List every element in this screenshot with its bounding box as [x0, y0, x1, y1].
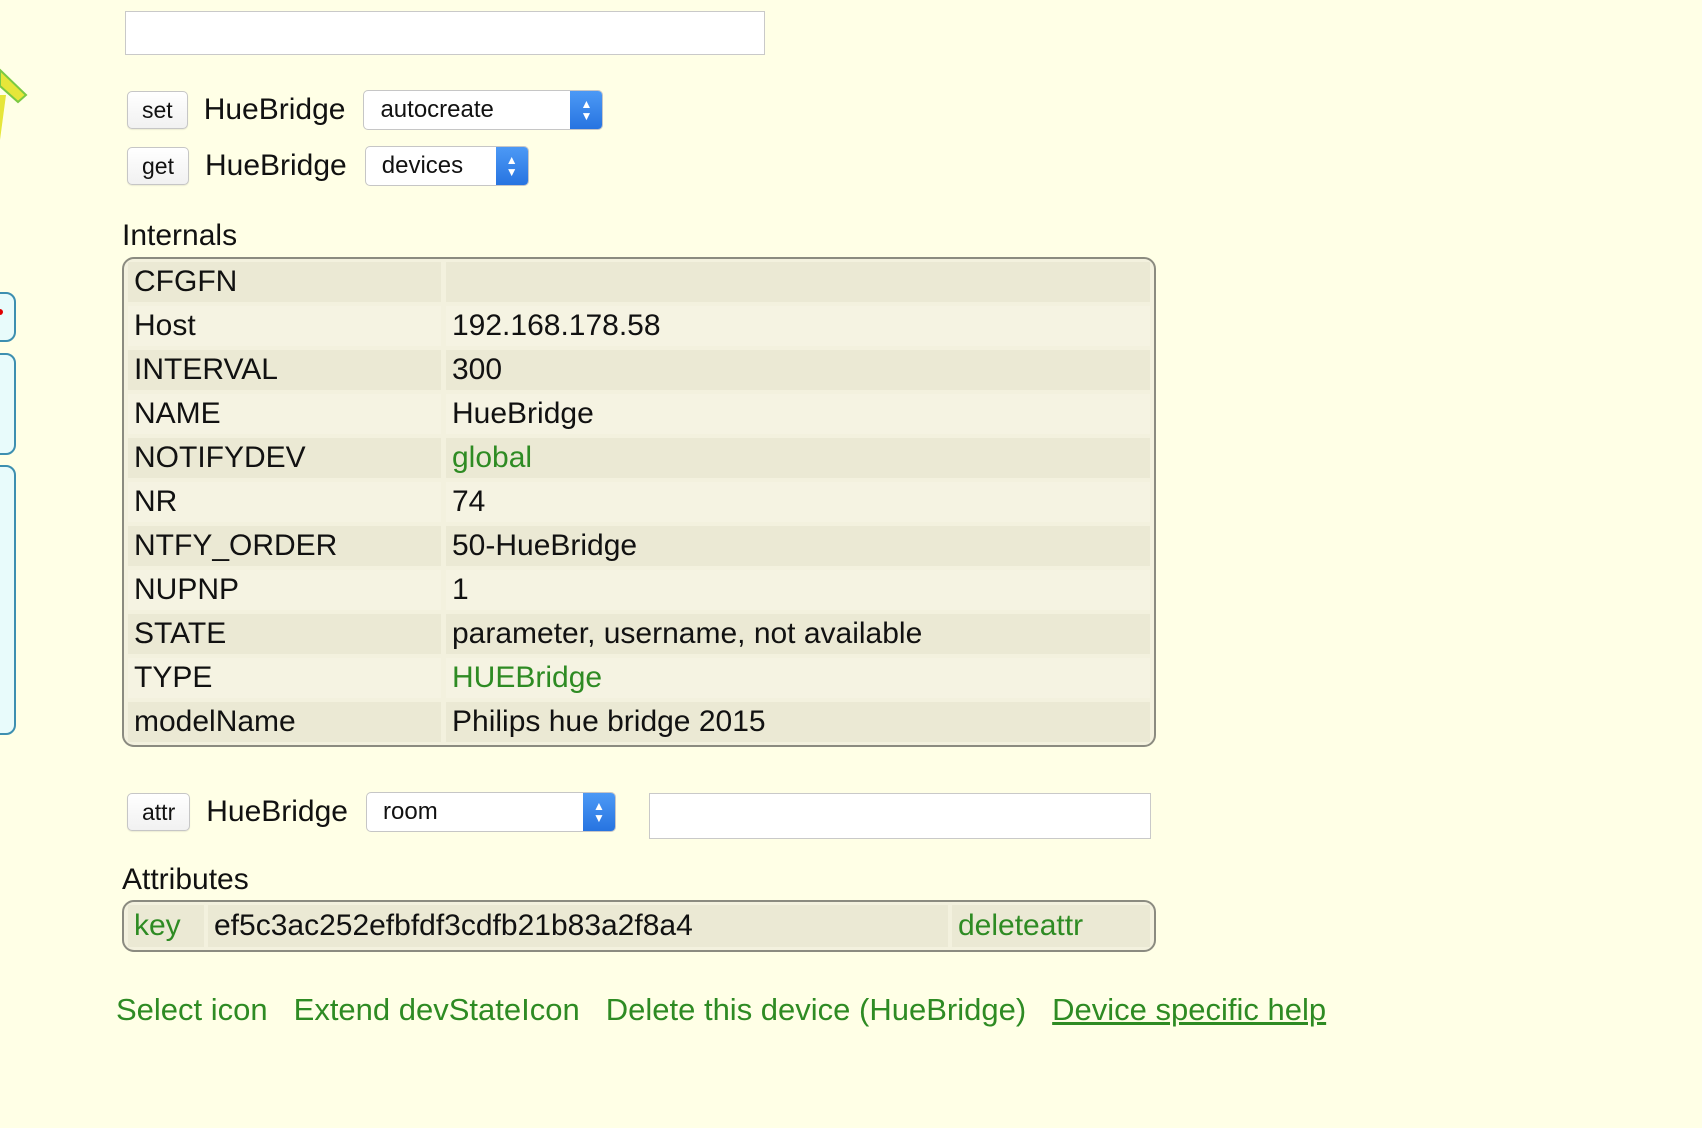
set-device-name: HueBridge	[203, 93, 346, 126]
get-command-row: get HueBridge devices ▲ ▼	[127, 144, 529, 188]
extend-devstateicon-link[interactable]: Extend devStateIcon	[294, 992, 580, 1028]
internal-key: modelName	[128, 702, 441, 742]
internal-key: NR	[128, 482, 441, 522]
get-button[interactable]: get	[127, 147, 189, 185]
notifydev-link[interactable]: global	[446, 438, 1150, 478]
set-select[interactable]: autocreate ▲ ▼	[363, 90, 604, 130]
internal-key: NTFY_ORDER	[128, 526, 441, 566]
internal-row: CFGFN	[128, 262, 1150, 302]
delete-device-link[interactable]: Delete this device (HueBridge)	[606, 992, 1026, 1028]
internal-key: NAME	[128, 394, 441, 434]
internal-value: 74	[446, 482, 1150, 522]
attribute-value: ef5c3ac252efbfdf3cdfb21b83a2f8a4	[208, 905, 948, 947]
internal-value: 1	[446, 570, 1150, 610]
select-arrows-icon: ▲ ▼	[583, 793, 615, 831]
internals-title: Internals	[122, 219, 238, 252]
internal-row: Host 192.168.178.58	[128, 306, 1150, 346]
internal-value: 300	[446, 350, 1150, 390]
internal-value: 192.168.178.58	[446, 306, 1150, 346]
attr-device-name: HueBridge	[206, 795, 348, 828]
command-input[interactable]	[125, 11, 765, 55]
set-command-row: set HueBridge autocreate ▲ ▼	[127, 88, 604, 132]
select-arrows-icon: ▲ ▼	[570, 91, 603, 129]
select-arrows-icon: ▲ ▼	[495, 147, 528, 185]
get-device-name: HueBridge	[204, 149, 347, 182]
attribute-key-link[interactable]: key	[128, 905, 204, 947]
internal-key: NUPNP	[128, 570, 441, 610]
internal-value: Philips hue bridge 2015	[446, 702, 1150, 742]
internal-row: NTFY_ORDER 50-HueBridge	[128, 526, 1150, 566]
get-select[interactable]: devices ▲ ▼	[364, 146, 529, 186]
internals-table: CFGFN Host 192.168.178.58 INTERVAL 300 N…	[122, 257, 1156, 747]
internal-row: NR 74	[128, 482, 1150, 522]
internal-value: 50-HueBridge	[446, 526, 1150, 566]
attr-select-value: room	[383, 798, 438, 825]
select-icon-link[interactable]: Select icon	[116, 992, 268, 1028]
internal-key: CFGFN	[128, 262, 441, 302]
attr-command-row: attr HueBridge room ▲ ▼	[127, 790, 616, 834]
internal-value	[446, 262, 1150, 302]
internal-row: NUPNP 1	[128, 570, 1150, 610]
internal-row: INTERVAL 300	[128, 350, 1150, 390]
internal-value: HueBridge	[446, 394, 1150, 434]
internal-row: NAME HueBridge	[128, 394, 1150, 434]
type-link[interactable]: HUEBridge	[446, 658, 1150, 698]
internal-row: NOTIFYDEV global	[128, 438, 1150, 478]
internal-key: TYPE	[128, 658, 441, 698]
device-help-link[interactable]: Device specific help	[1052, 992, 1326, 1028]
attr-select[interactable]: room ▲ ▼	[366, 792, 616, 832]
set-select-value: autocreate	[380, 96, 494, 123]
attributes-table: key ef5c3ac252efbfdf3cdfb21b83a2f8a4 del…	[122, 900, 1156, 952]
internal-key: Host	[128, 306, 441, 346]
attributes-title: Attributes	[122, 863, 249, 896]
attribute-row: key ef5c3ac252efbfdf3cdfb21b83a2f8a4 del…	[128, 905, 1150, 947]
internal-value: parameter, username, not available	[446, 614, 1150, 654]
attr-value-input[interactable]	[649, 793, 1151, 839]
internal-key: INTERVAL	[128, 350, 441, 390]
internal-row: STATE parameter, username, not available	[128, 614, 1150, 654]
internal-row: TYPE HUEBridge	[128, 658, 1150, 698]
internal-row: modelName Philips hue bridge 2015	[128, 702, 1150, 742]
attr-button[interactable]: attr	[127, 793, 191, 831]
set-button[interactable]: set	[127, 91, 188, 129]
device-actions: Select icon Extend devStateIcon Delete t…	[116, 992, 1352, 1028]
get-select-value: devices	[381, 152, 464, 179]
internal-key: STATE	[128, 614, 441, 654]
internal-key: NOTIFYDEV	[128, 438, 441, 478]
deleteattr-link[interactable]: deleteattr	[952, 905, 1150, 947]
left-edge-decoration	[0, 68, 28, 735]
